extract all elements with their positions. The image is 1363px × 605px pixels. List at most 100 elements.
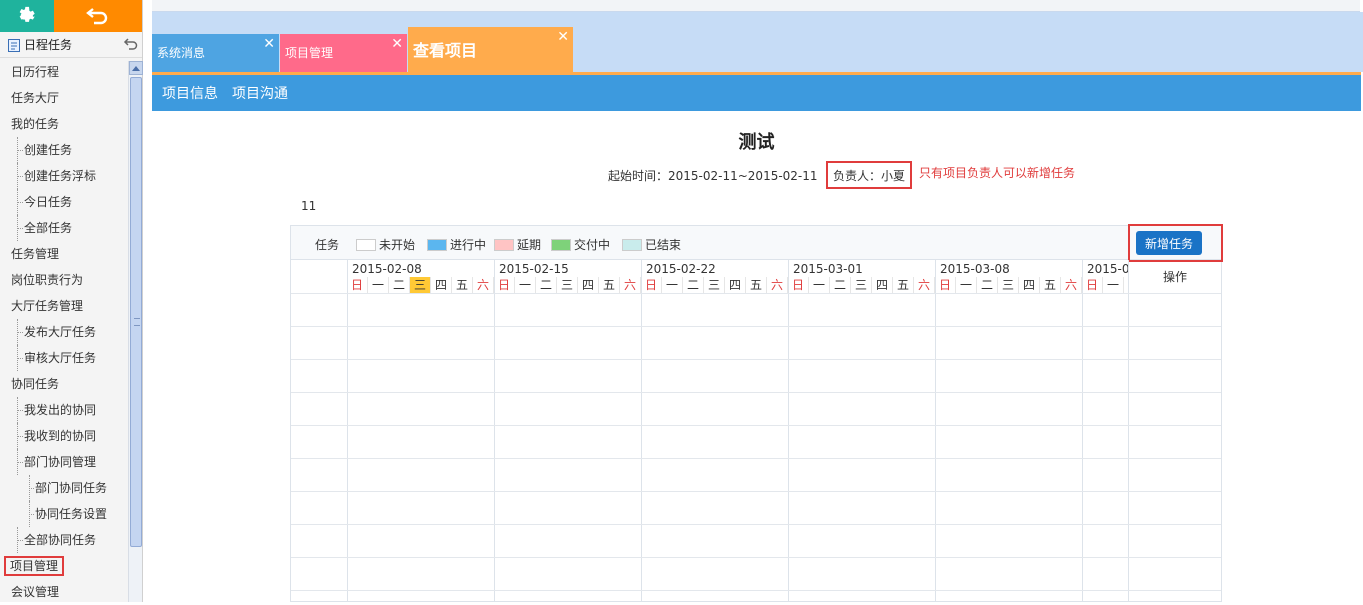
- legend-label: 延期: [517, 238, 542, 252]
- sidebar-item[interactable]: 项目管理: [0, 553, 127, 579]
- day-header: 三: [704, 277, 725, 293]
- tab-label: 系统消息: [157, 46, 206, 60]
- subnav-project-communication[interactable]: 项目沟通: [232, 83, 288, 103]
- day-header: 五: [452, 277, 473, 293]
- sidebar-item[interactable]: 发布大厅任务: [0, 319, 127, 345]
- day-header: 一: [956, 277, 977, 293]
- sidebar-menu: 日历行程任务大厅我的任务创建任务创建任务浮标 今日任务全部任务任务管理 岗位职责行为…: [0, 59, 127, 605]
- sidebar-item-label: 我的任务: [11, 117, 60, 131]
- close-icon[interactable]: ✕: [391, 36, 403, 52]
- permission-note: 只有项目负责人可以新增任务: [919, 166, 1076, 180]
- day-header: 一: [809, 277, 830, 293]
- sidebar-header: 日程任务: [0, 32, 142, 58]
- legend-swatch: [494, 238, 514, 251]
- day-header: 五: [1040, 277, 1061, 293]
- sub-nav: 项目信息 项目沟通: [152, 75, 1361, 111]
- week-label: 2015-02-15: [499, 262, 569, 276]
- sidebar-item-label: 全部任务: [24, 221, 73, 235]
- sidebar-item-label: 今日任务: [24, 195, 73, 209]
- sidebar-item[interactable]: 任务大厅: [0, 85, 127, 111]
- table-row-line: [291, 392, 1221, 393]
- day-header: 六: [1061, 277, 1082, 293]
- grid-column-line: [1128, 260, 1129, 601]
- tab-project-management[interactable]: 项目管理 ✕: [280, 34, 407, 72]
- day-header: 五: [893, 277, 914, 293]
- sidebar-scrollbar[interactable]: [128, 61, 143, 602]
- project-period: 起始时间：2015-02-11~2015-02-11: [608, 169, 818, 183]
- legend-swatch: [427, 238, 447, 251]
- grid-column-line: [788, 260, 789, 601]
- undo-icon: [86, 8, 108, 25]
- operation-header: 操作: [1163, 270, 1188, 284]
- project-owner: 负责人：小夏: [826, 161, 913, 189]
- day-header: 二: [683, 277, 704, 293]
- day-header: 六: [473, 277, 494, 293]
- day-header: 六: [914, 277, 935, 293]
- sidebar-title: 日程任务: [24, 38, 73, 52]
- sidebar-item[interactable]: 全部协同任务: [0, 527, 127, 553]
- settings-button[interactable]: [0, 0, 54, 32]
- close-icon[interactable]: ✕: [557, 29, 569, 45]
- sidebar-item[interactable]: 部门协同任务: [0, 475, 127, 501]
- sidebar-item-label: 日历行程: [11, 65, 60, 79]
- tab-label: 查看项目: [413, 41, 478, 60]
- sidebar-item[interactable]: 创建任务: [0, 137, 127, 163]
- table-row-line: [291, 458, 1221, 459]
- sidebar-item[interactable]: 会议管理: [0, 579, 127, 605]
- sidebar-item[interactable]: 协同任务: [0, 371, 127, 397]
- day-header: 六: [620, 277, 641, 293]
- day-header: 三: [410, 277, 431, 293]
- add-task-button[interactable]: 新增任务: [1136, 231, 1202, 255]
- sidebar-item-label: 任务大厅: [11, 91, 60, 105]
- back-button[interactable]: [54, 0, 142, 32]
- sidebar-item[interactable]: 我发出的协同: [0, 397, 127, 423]
- table-row-line: [291, 425, 1221, 426]
- day-header: 二: [977, 277, 998, 293]
- scroll-up-arrow[interactable]: [129, 61, 143, 75]
- scroll-thumb[interactable]: [130, 77, 142, 547]
- tab-system-messages[interactable]: 系统消息 ✕: [152, 34, 279, 72]
- sidebar-item[interactable]: 今日任务: [0, 189, 127, 215]
- subnav-project-info[interactable]: 项目信息: [162, 83, 218, 103]
- legend-label: 进行中: [450, 238, 487, 252]
- main-area: 系统消息 ✕ 项目管理 ✕ 查看项目 ✕ 项目信息 项目沟通 测试 起始时间：2…: [152, 0, 1363, 602]
- sidebar-item[interactable]: 日历行程: [0, 59, 127, 85]
- sidebar-item[interactable]: 审核大厅任务: [0, 345, 127, 371]
- sidebar-item-label: 创建任务浮标: [24, 169, 97, 183]
- day-header: 一: [515, 277, 536, 293]
- task-label: 任务: [315, 238, 340, 252]
- sidebar-item[interactable]: 创建任务浮标: [0, 163, 127, 189]
- sidebar-item[interactable]: 协同任务设置: [0, 501, 127, 527]
- week-label: 2015-0: [1087, 262, 1130, 276]
- sidebar-item[interactable]: 任务管理: [0, 241, 127, 267]
- tab-view-project[interactable]: 查看项目 ✕: [408, 27, 573, 72]
- week-label: 2015-03-01: [793, 262, 863, 276]
- close-icon[interactable]: ✕: [263, 36, 275, 52]
- task-count: 11: [301, 199, 317, 213]
- legend-swatch: [551, 238, 571, 251]
- week-label: 2015-03-08: [940, 262, 1010, 276]
- sidebar-item-label: 全部协同任务: [24, 533, 97, 547]
- legend-label: 已结束: [645, 238, 682, 252]
- day-header: 四: [578, 277, 599, 293]
- sidebar-item[interactable]: 岗位职责行为: [0, 267, 127, 293]
- day-header: 日: [641, 277, 662, 293]
- day-header: 五: [599, 277, 620, 293]
- grid-column-line: [347, 260, 348, 601]
- sidebar-item-label: 我发出的协同: [24, 403, 97, 417]
- collapse-icon[interactable]: [123, 37, 139, 51]
- sidebar-item[interactable]: 大厅任务管理: [0, 293, 127, 319]
- day-header: 二: [536, 277, 557, 293]
- sidebar-item[interactable]: 部门协同管理: [0, 449, 127, 475]
- chevron-up-icon: [132, 66, 140, 71]
- page-title: 测试: [738, 132, 775, 153]
- legend-swatch: [356, 238, 376, 251]
- sidebar-item[interactable]: 全部任务: [0, 215, 127, 241]
- day-header: 日: [347, 277, 368, 293]
- table-row-line: [291, 590, 1221, 591]
- sidebar-item[interactable]: 我收到的协同: [0, 423, 127, 449]
- sidebar-item[interactable]: 我的任务: [0, 111, 127, 137]
- document-icon: [8, 38, 20, 52]
- legend-swatch: [622, 238, 642, 251]
- tab-label: 项目管理: [285, 46, 334, 60]
